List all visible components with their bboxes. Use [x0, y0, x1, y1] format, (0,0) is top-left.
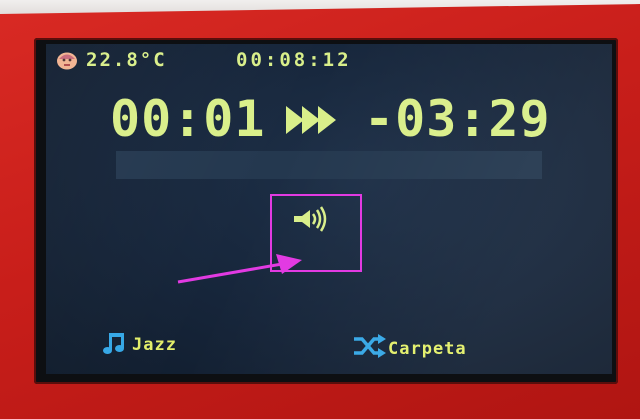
clock-readout: 00:08:12 — [236, 49, 352, 71]
temperature-readout: 22.8°C — [86, 49, 167, 71]
shuffle-icon[interactable] — [352, 334, 386, 358]
folder-label[interactable]: Carpeta — [388, 339, 467, 359]
playlist-label[interactable]: Jazz — [132, 335, 177, 355]
elapsed-time: 00:01 — [110, 90, 266, 148]
music-note-icon — [103, 333, 124, 354]
fast-forward-icon[interactable] — [284, 104, 354, 136]
remaining-time: -03:29 — [364, 90, 551, 148]
annotation-arrow-icon — [177, 254, 302, 284]
thermometer-face-icon — [57, 52, 77, 70]
progress-bar[interactable] — [116, 151, 542, 179]
